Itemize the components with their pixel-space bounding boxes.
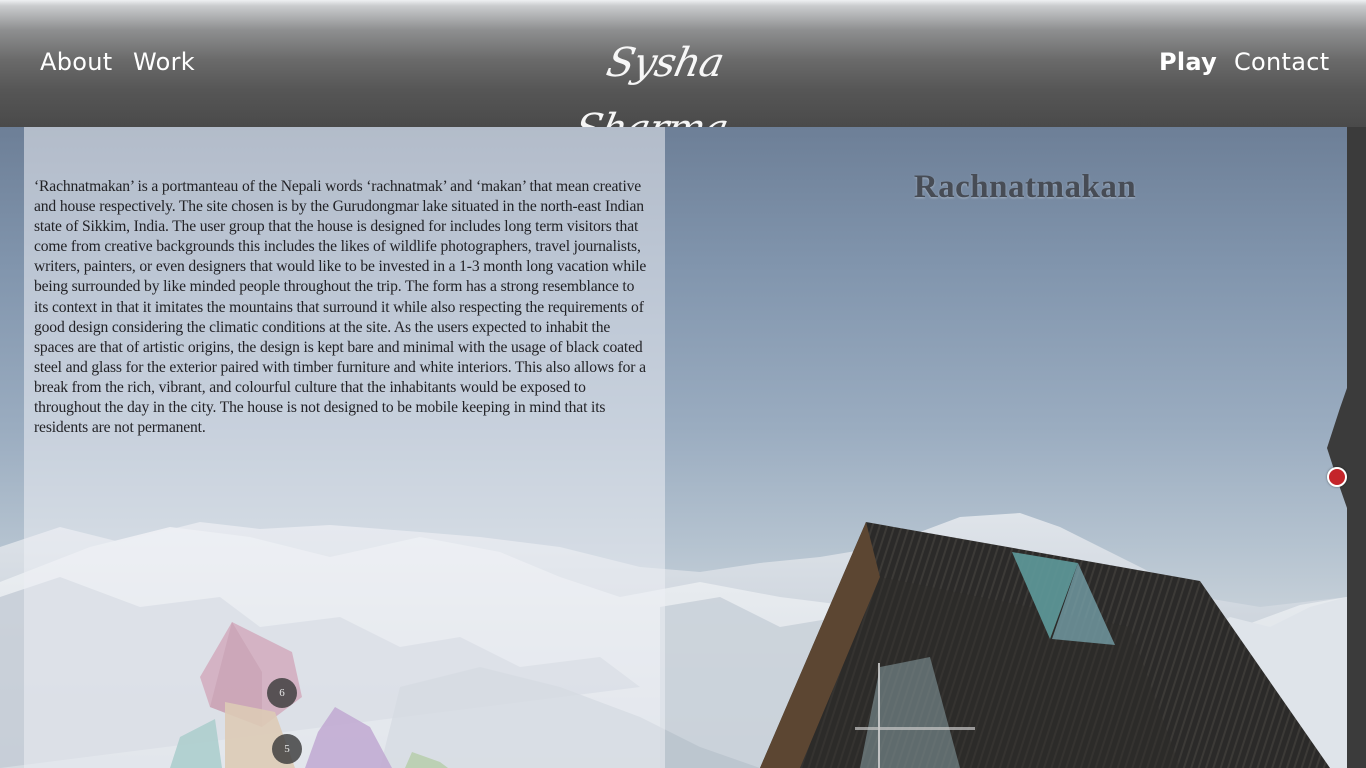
project-description: ‘Rachnatmakan’ is a portmanteau of the N… [34, 178, 647, 437]
project-title: Rachnatmakan [913, 169, 1137, 205]
logo-signature[interactable]: Sysha Sharma [552, 30, 778, 152]
scroll-rail [1347, 127, 1366, 768]
site-header: About Work Sysha Sharma Play Contact [0, 0, 1366, 152]
nav-contact[interactable]: Contact [1234, 48, 1329, 76]
logo-text: Sysha Sharma [570, 40, 732, 152]
description-panel: ‘Rachnatmakan’ is a portmanteau of the N… [24, 127, 665, 768]
diagram-badge-5: 5 [272, 734, 302, 764]
nav-work[interactable]: Work [133, 48, 195, 76]
rail-tab [1327, 388, 1347, 508]
nav-play[interactable]: Play [1159, 48, 1217, 76]
slide-indicator-dot[interactable] [1327, 467, 1347, 487]
diagram-badge-6: 6 [267, 678, 297, 708]
project-hero: ‘Rachnatmakan’ is a portmanteau of the N… [0, 127, 1347, 768]
nav-about[interactable]: About [40, 48, 112, 76]
